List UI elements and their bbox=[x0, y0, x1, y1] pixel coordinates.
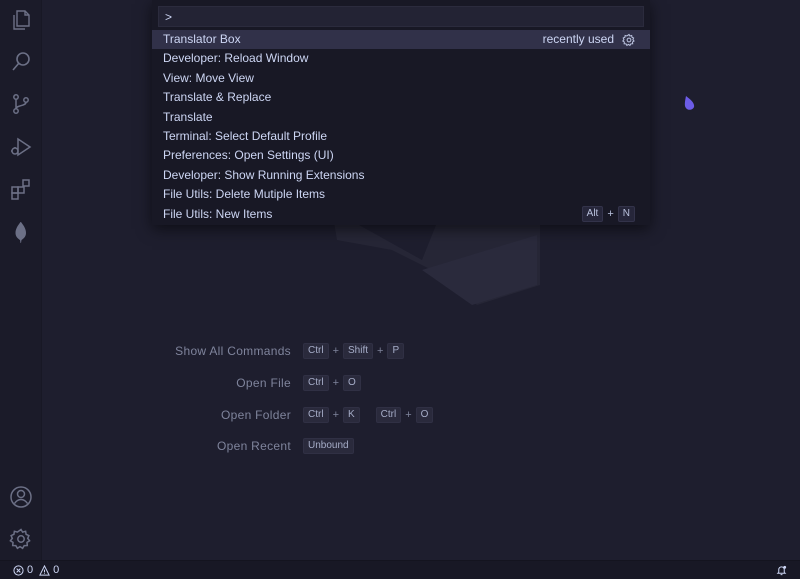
command-item-open-settings-ui[interactable]: Preferences: Open Settings (UI) bbox=[152, 146, 650, 165]
shortcut-row-show-all-commands: Show All Commands Ctrl + Shift + P bbox=[0, 343, 405, 359]
shortcut-keys: Unbound bbox=[303, 438, 354, 454]
kbd-plus: + bbox=[377, 345, 384, 357]
command-label: Translate bbox=[163, 109, 213, 124]
command-item-move-view[interactable]: View: Move View bbox=[152, 69, 650, 88]
cursor-drop-icon bbox=[684, 96, 695, 110]
shortcut-label: Open File bbox=[236, 376, 291, 390]
kbd-plus: + bbox=[607, 207, 614, 220]
command-label: File Utils: New Items bbox=[163, 206, 273, 221]
search-icon[interactable] bbox=[8, 49, 34, 75]
kbd-key: Ctrl bbox=[303, 407, 329, 423]
command-label: File Utils: Delete Mutiple Items bbox=[163, 187, 326, 202]
configure-keybinding-gear-icon[interactable] bbox=[622, 33, 636, 47]
command-item-delete-multiple-items[interactable]: File Utils: Delete Mutiple Items bbox=[152, 185, 650, 204]
notifications-bell[interactable] bbox=[776, 563, 787, 577]
shortcut-keys: Ctrl + Shift + P bbox=[303, 343, 405, 359]
shortcut-label: Show All Commands bbox=[175, 344, 291, 358]
command-item-translate[interactable]: Translate bbox=[152, 108, 650, 127]
command-label: View: Move View bbox=[163, 70, 254, 85]
kbd-plus: + bbox=[332, 377, 339, 389]
command-item-show-running-extensions[interactable]: Developer: Show Running Extensions bbox=[152, 166, 650, 185]
kbd-key: Ctrl bbox=[303, 343, 329, 359]
run-debug-icon[interactable] bbox=[8, 134, 34, 160]
shortcut-keys: Ctrl + O bbox=[303, 375, 361, 391]
kbd-plus: + bbox=[332, 409, 339, 421]
kbd-key: Ctrl bbox=[303, 375, 329, 391]
command-label: Translate & Replace bbox=[163, 90, 272, 105]
command-palette: Translator Box recently used Developer: … bbox=[152, 0, 650, 225]
warning-count: 0 bbox=[53, 564, 60, 576]
command-palette-results: Translator Box recently used Developer: … bbox=[152, 30, 650, 224]
problems-indicator[interactable]: 0 0 bbox=[13, 563, 59, 577]
shortcut-row-open-file: Open File Ctrl + O bbox=[0, 375, 361, 391]
kbd-key: O bbox=[343, 375, 361, 391]
command-label: Translator Box bbox=[163, 32, 241, 46]
error-icon bbox=[13, 564, 24, 576]
extensions-icon[interactable] bbox=[8, 176, 34, 202]
command-item-select-default-profile[interactable]: Terminal: Select Default Profile bbox=[152, 127, 650, 146]
command-item-new-items[interactable]: File Utils: New Items Alt + N bbox=[152, 205, 650, 224]
status-bar: 0 0 bbox=[0, 560, 800, 579]
kbd-plus: + bbox=[405, 409, 412, 421]
command-label: Terminal: Select Default Profile bbox=[163, 128, 328, 143]
command-label: Developer: Reload Window bbox=[163, 51, 309, 66]
command-label: Developer: Show Running Extensions bbox=[163, 167, 365, 182]
command-item-translator-box[interactable]: Translator Box recently used bbox=[152, 30, 650, 50]
command-palette-input[interactable] bbox=[158, 6, 644, 27]
manage-gear-icon[interactable] bbox=[8, 526, 34, 552]
recently-used-label: recently used bbox=[542, 32, 614, 46]
account-icon[interactable] bbox=[8, 484, 34, 510]
keybinding: Alt + N bbox=[581, 205, 635, 224]
kbd-key: Ctrl bbox=[375, 407, 402, 423]
kbd-key: K bbox=[343, 407, 360, 423]
shortcut-label: Open Folder bbox=[220, 408, 291, 422]
activity-bar bbox=[0, 0, 42, 560]
shortcut-row-open-recent: Open Recent Unbound bbox=[0, 438, 354, 454]
kbd-plus: + bbox=[332, 345, 339, 357]
bell-icon bbox=[776, 565, 787, 575]
command-item-reload-window[interactable]: Developer: Reload Window bbox=[152, 49, 650, 68]
source-control-icon[interactable] bbox=[8, 91, 34, 117]
explorer-icon[interactable] bbox=[8, 7, 34, 33]
kbd-key: N bbox=[617, 206, 635, 223]
kbd-key: Shift bbox=[343, 343, 374, 359]
shortcut-label: Open Recent bbox=[216, 439, 291, 453]
warning-icon bbox=[39, 564, 51, 576]
command-item-translate-replace[interactable]: Translate & Replace bbox=[152, 88, 650, 107]
mongodb-leaf-icon[interactable] bbox=[8, 219, 34, 245]
kbd-key: O bbox=[415, 407, 434, 423]
shortcut-row-open-folder: Open Folder Ctrl + K Ctrl + O bbox=[0, 407, 434, 423]
kbd-key: Unbound bbox=[303, 438, 354, 454]
command-label: Preferences: Open Settings (UI) bbox=[163, 148, 334, 163]
shortcut-keys: Ctrl + K Ctrl + O bbox=[303, 407, 434, 423]
error-count: 0 bbox=[27, 564, 34, 576]
kbd-key: Alt bbox=[581, 206, 604, 223]
kbd-key: P bbox=[387, 343, 405, 359]
